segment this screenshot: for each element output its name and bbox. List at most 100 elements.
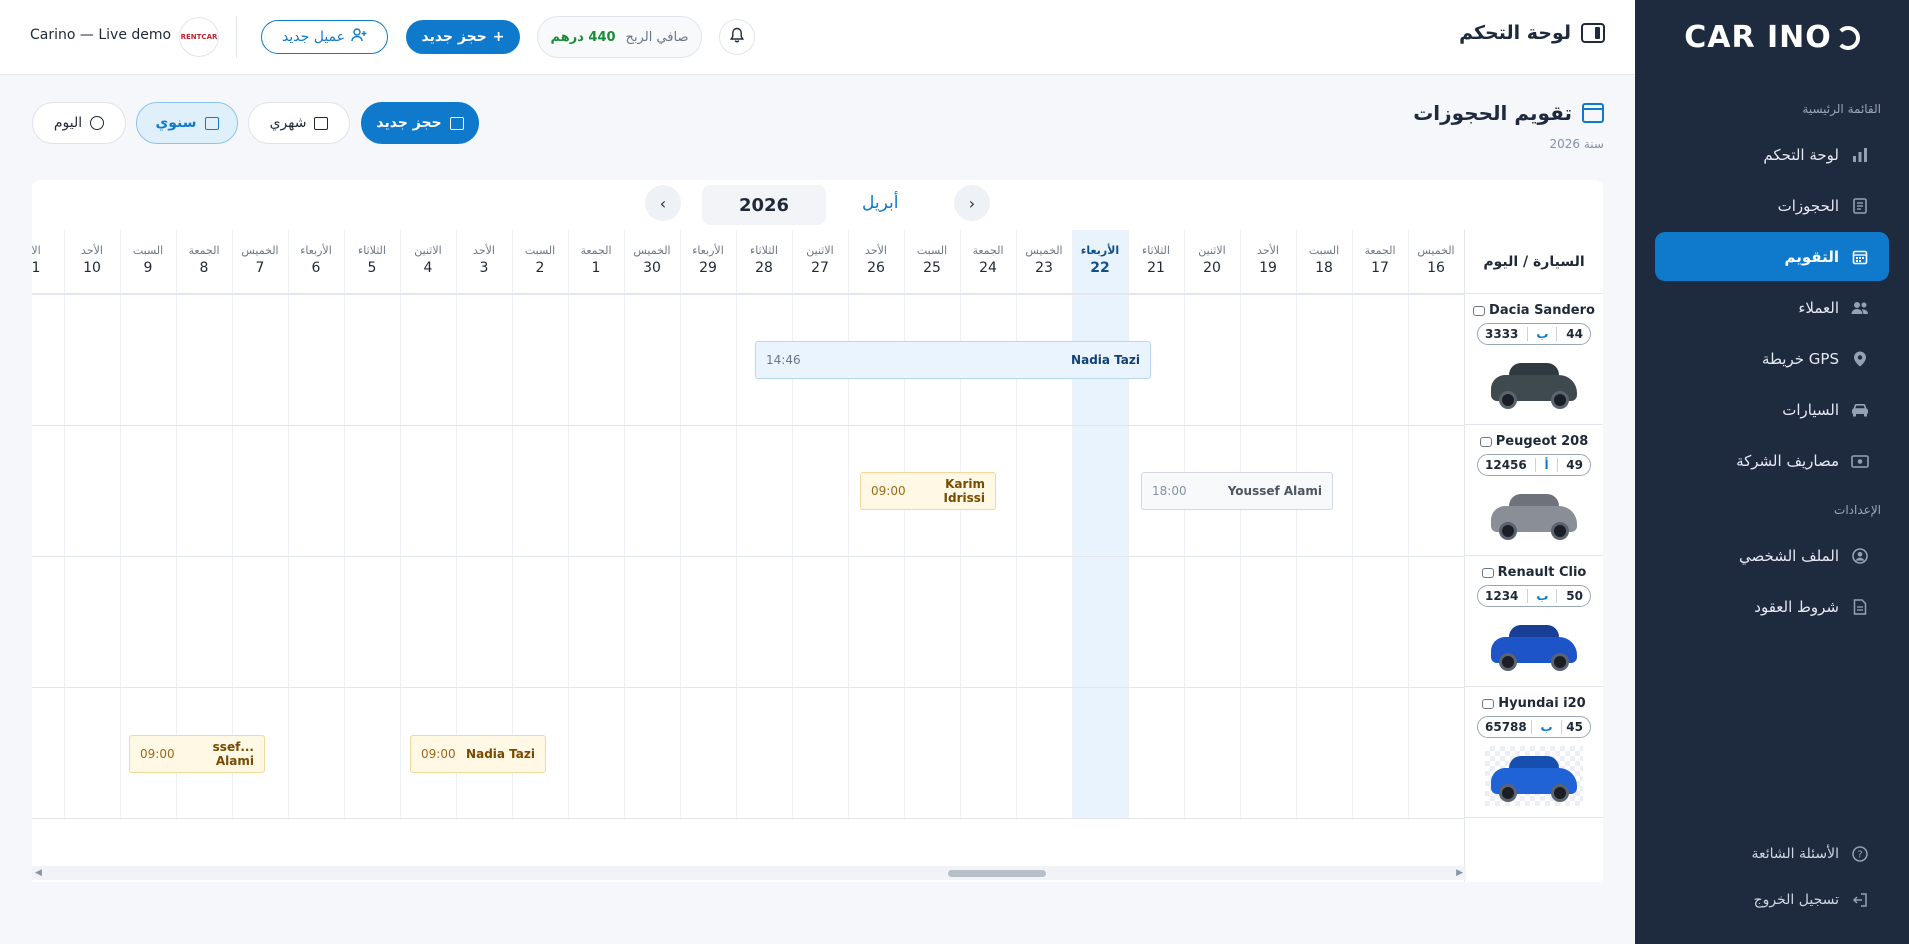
sidebar-toggle-icon[interactable] <box>1581 23 1605 43</box>
weekday-name: الا <box>32 244 41 257</box>
svg-text:?: ? <box>1857 850 1862 861</box>
day-column[interactable] <box>1240 230 1296 819</box>
day-column[interactable] <box>680 230 736 819</box>
yearly-view-button[interactable]: سنوي <box>136 102 238 144</box>
day-number: 27 <box>811 260 829 276</box>
booking-bar[interactable]: Nadia Tazi 14:46 <box>755 341 1151 379</box>
day-header: الخميس 16 <box>1408 230 1464 294</box>
plus-icon: + <box>492 29 505 45</box>
day-column[interactable] <box>32 230 64 819</box>
today-button[interactable]: اليوم <box>32 102 126 144</box>
notifications-button[interactable] <box>719 19 755 55</box>
day-column[interactable] <box>736 230 792 819</box>
day-column[interactable] <box>288 230 344 819</box>
help-icon: ? <box>1851 845 1869 863</box>
day-column[interactable] <box>1184 230 1240 819</box>
day-header: الخميس 7 <box>232 230 288 294</box>
current-year[interactable]: 2026 <box>702 185 826 225</box>
day-column[interactable] <box>176 230 232 819</box>
weekday-name: الجمعة <box>580 244 612 257</box>
weekday-name: السبت <box>916 244 948 257</box>
calendar-grid: الخميس 16 الجمعة 17 السبت 18 الأحد 19 الاثنين 20 ا… <box>32 230 1603 882</box>
day-column[interactable] <box>1128 230 1184 819</box>
day-column[interactable] <box>120 230 176 819</box>
booking-bar[interactable]: Youssef Alami 18:00 <box>1141 472 1333 510</box>
horizontal-scrollbar[interactable]: ◀ ▶ <box>32 866 1466 880</box>
avatar[interactable]: RENTCAR <box>179 17 219 57</box>
day-header: الا 1 <box>32 230 64 294</box>
weekday-name: الأربعاء <box>300 244 332 257</box>
car-row-renault[interactable]: Renault Clio 1234 ب 50 <box>1465 556 1603 687</box>
day-column[interactable] <box>960 230 1016 819</box>
sidebar-item-label: العملاء <box>1798 298 1839 317</box>
day-number: 16 <box>1427 260 1445 276</box>
day-column[interactable] <box>624 230 680 819</box>
net-profit-value: 440 درهم <box>550 29 616 45</box>
day-number: 26 <box>867 260 885 276</box>
day-header: الجمعة 1 <box>568 230 624 294</box>
day-header: الأحد 26 <box>848 230 904 294</box>
net-profit-label: صافي الربح <box>625 29 689 45</box>
sidebar-item-gps-map[interactable]: GPS خريطة <box>1655 334 1889 383</box>
sidebar-item-profile[interactable]: الملف الشخصي <box>1655 531 1889 580</box>
day-column[interactable] <box>64 230 120 819</box>
day-column[interactable] <box>904 230 960 819</box>
new-client-button[interactable]: عميل جديد <box>261 20 388 54</box>
calendar-new-booking-button[interactable]: حجز جديد <box>361 102 479 144</box>
day-header: الثلاثاء 5 <box>344 230 400 294</box>
booking-bar[interactable]: Karim Idrissi 09:00 <box>860 472 996 510</box>
sidebar-item-label: GPS خريطة <box>1761 349 1839 368</box>
day-column[interactable] <box>848 230 904 819</box>
sidebar-item-calendar[interactable]: التقويم <box>1655 232 1889 281</box>
weekday-name: الخميس <box>633 244 671 257</box>
weekday-name: الأحد <box>81 244 103 257</box>
sidebar-item-cars[interactable]: السيارات <box>1655 385 1889 434</box>
sidebar-item-logout[interactable]: تسجيل الخروج <box>1655 878 1889 922</box>
day-number: 3 <box>479 260 489 276</box>
scroll-left-icon[interactable]: ◀ <box>35 868 42 878</box>
sidebar-item-clients[interactable]: العملاء <box>1655 283 1889 332</box>
sidebar-item-contract-terms[interactable]: شروط العقود <box>1655 582 1889 631</box>
monthly-view-button[interactable]: شهري <box>248 102 350 144</box>
day-header: الخميس 30 <box>624 230 680 294</box>
booking-time: 18:00 <box>1152 484 1187 498</box>
clock-icon <box>90 116 105 130</box>
next-month-button[interactable]: › <box>954 185 990 221</box>
day-column[interactable] <box>1352 230 1408 819</box>
plate-letter: أ <box>1535 458 1558 472</box>
day-column[interactable] <box>1408 230 1464 819</box>
day-column[interactable] <box>344 230 400 819</box>
day-number: 30 <box>643 260 661 276</box>
day-column[interactable] <box>232 230 288 819</box>
day-column[interactable] <box>456 230 512 819</box>
booking-bar[interactable]: Nadia Tazi 09:00 <box>410 735 546 773</box>
day-column[interactable] <box>792 230 848 819</box>
day-column[interactable] <box>1296 230 1352 819</box>
new-booking-button[interactable]: + حجز جديد <box>406 20 520 54</box>
calendar-new-booking-label: حجز جديد <box>376 115 442 131</box>
prev-month-button[interactable]: ‹ <box>645 185 681 221</box>
car-row-dacia[interactable]: Dacia Sandero 3333 ب 44 <box>1465 294 1603 425</box>
app-logo[interactable]: CAR INO <box>1635 0 1909 74</box>
day-column[interactable] <box>1072 230 1128 819</box>
day-column[interactable] <box>568 230 624 819</box>
car-name-text: Hyundai i20 <box>1498 696 1586 711</box>
day-number: 4 <box>423 260 433 276</box>
scrollbar-thumb[interactable] <box>948 870 1046 877</box>
sidebar-item-expenses[interactable]: مصاريف الشركة <box>1655 436 1889 485</box>
car-row-hyundai[interactable]: Hyundai i20 65788 ب 45 <box>1465 687 1603 818</box>
booking-bar[interactable]: ...ssef Alami 09:00 <box>129 735 265 773</box>
weekday-name: الثلاثاء <box>1142 244 1170 257</box>
scroll-right-icon[interactable]: ▶ <box>1456 868 1463 878</box>
sidebar-item-dashboard[interactable]: لوحة التحكم <box>1655 130 1889 179</box>
day-column[interactable] <box>1016 230 1072 819</box>
license-plate: 1234 ب 50 <box>1477 585 1591 607</box>
users-icon <box>1851 299 1869 317</box>
day-column[interactable] <box>512 230 568 819</box>
day-number: 24 <box>979 260 997 276</box>
day-column[interactable] <box>400 230 456 819</box>
weekday-name: الاثنين <box>806 244 834 257</box>
car-row-peugeot[interactable]: Peugeot 208 12456 أ 49 <box>1465 425 1603 556</box>
sidebar-item-bookings[interactable]: الحجوزات <box>1655 181 1889 230</box>
sidebar-item-faq[interactable]: ? الأسئلة الشائعة <box>1655 832 1889 876</box>
